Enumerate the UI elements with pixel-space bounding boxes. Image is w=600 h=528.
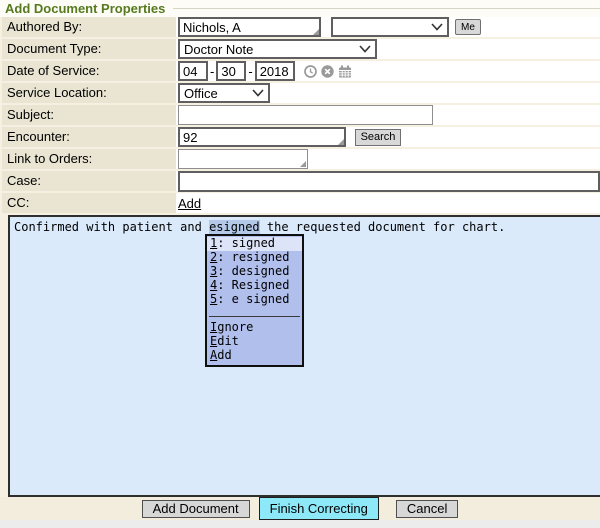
authored-by-secondary-select[interactable] <box>331 17 449 37</box>
authored-by-input[interactable] <box>178 17 321 37</box>
date-of-service-label: Date of Service: <box>2 61 176 81</box>
spellcheck-menu: 1: signed 2: resigned 3: designed 4: Res… <box>205 234 304 367</box>
finish-correcting-button[interactable]: Finish Correcting <box>259 497 379 520</box>
misspelled-word-highlight[interactable]: esigned <box>209 220 260 234</box>
spell-suggestion-5[interactable]: 5: e signed <box>207 293 302 307</box>
service-location-select[interactable]: Office <box>178 83 270 103</box>
chevron-down-icon <box>431 23 443 31</box>
link-to-orders-label: Link to Orders: <box>2 149 176 169</box>
encounter-label: Encounter: <box>2 127 176 147</box>
spell-suggestion-2[interactable]: 2: resigned <box>207 251 302 265</box>
subject-input[interactable] <box>178 105 433 125</box>
spell-ignore-item[interactable]: Ignore <box>207 321 302 335</box>
case-label: Case: <box>2 171 176 191</box>
form-row-service-location: Service Location: Office <box>2 83 600 103</box>
calendar-icon[interactable] <box>338 65 352 78</box>
properties-form: Authored By: Me Document Type: Doctor No… <box>0 17 600 213</box>
menu-separator <box>209 316 300 317</box>
spell-edit-item[interactable]: Edit <box>207 335 302 349</box>
clear-icon[interactable] <box>321 65 334 78</box>
note-text-after: the requested document for chart. <box>260 220 506 234</box>
spell-suggestion-3[interactable]: 3: designed <box>207 265 302 279</box>
footer-button-bar: Add Document Finish Correcting Cancel <box>0 497 600 520</box>
date-month-input[interactable] <box>178 61 208 81</box>
chevron-down-icon <box>252 89 264 97</box>
form-row-document-type: Document Type: Doctor Note <box>2 39 600 59</box>
subject-label: Subject: <box>2 105 176 125</box>
document-type-select[interactable]: Doctor Note <box>178 39 377 59</box>
title-divider <box>173 8 600 9</box>
spell-add-item[interactable]: Add <box>207 349 302 363</box>
search-button[interactable]: Search <box>355 129 401 146</box>
form-row-link-to-orders: Link to Orders: <box>2 149 600 169</box>
cancel-button[interactable]: Cancel <box>396 500 458 518</box>
service-location-value: Office <box>184 86 218 101</box>
case-input[interactable] <box>178 171 600 192</box>
form-row-case: Case: <box>2 171 600 191</box>
service-location-label: Service Location: <box>2 83 176 103</box>
bottom-strip <box>0 520 600 528</box>
form-row-subject: Subject: <box>2 105 600 125</box>
spell-suggestion-4[interactable]: 4: Resigned <box>207 279 302 293</box>
chevron-down-icon <box>359 45 371 53</box>
form-row-encounter: Encounter: Search <box>2 127 600 147</box>
me-button[interactable]: Me <box>455 19 481 35</box>
document-type-label: Document Type: <box>2 39 176 59</box>
date-year-input[interactable] <box>255 61 295 81</box>
cc-add-link[interactable]: Add <box>178 196 201 211</box>
cc-label: CC: <box>2 193 176 213</box>
date-day-input[interactable] <box>216 61 246 81</box>
form-row-authored-by: Authored By: Me <box>2 17 600 37</box>
spell-suggestion-1[interactable]: 1: signed <box>207 237 302 251</box>
form-row-cc: CC: Add <box>2 193 600 213</box>
authored-by-label: Authored By: <box>2 17 176 37</box>
document-type-value: Doctor Note <box>184 42 253 57</box>
clock-icon[interactable] <box>304 65 317 78</box>
page-title: Add Document Properties <box>5 1 165 16</box>
note-text-before: Confirmed with patient and <box>14 220 209 234</box>
document-text-area[interactable]: Confirmed with patient and esigned the r… <box>8 215 600 497</box>
form-row-date-of-service: Date of Service: - - <box>2 61 600 81</box>
add-document-button[interactable]: Add Document <box>142 500 250 518</box>
encounter-input[interactable] <box>178 127 346 147</box>
page-header: Add Document Properties <box>0 0 600 17</box>
link-to-orders-input[interactable] <box>178 149 308 169</box>
